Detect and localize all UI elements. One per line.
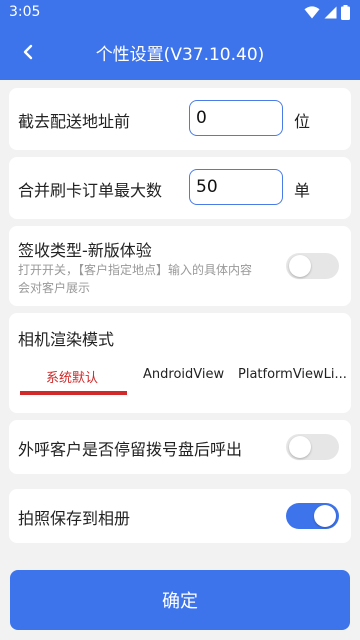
tab-system-default[interactable]: 系统默认 <box>46 367 98 386</box>
trim-address-label: 截去配送地址前 <box>18 112 131 131</box>
trim-address-input[interactable] <box>189 100 283 136</box>
sign-type-description: 打开开关，【客户指定地点】输入的具体内容会对客户展示 <box>18 263 253 295</box>
signal-icon <box>324 6 337 18</box>
toggle-knob <box>289 436 311 458</box>
trim-address-unit: 位 <box>294 112 311 131</box>
page-title: 个性设置(V37.10.40) <box>95 44 265 65</box>
app-header: 3:05 个性设置(V37.10.40) <box>0 0 360 80</box>
status-time: 3:05 <box>9 4 41 20</box>
setting-outbound-call: 外呼客户是否停留拨号盘后呼出 <box>9 420 351 474</box>
toggle-knob <box>314 505 336 527</box>
toggle-knob <box>289 255 311 277</box>
back-button[interactable] <box>14 38 42 66</box>
merge-orders-label: 合并刷卡订单最大数 <box>18 181 163 200</box>
battery-icon <box>341 4 350 20</box>
setting-save-photo: 拍照保存到相册 <box>9 489 351 543</box>
sign-type-toggle[interactable] <box>286 253 339 279</box>
setting-merge-orders: 合并刷卡订单最大数 单 <box>9 157 351 219</box>
wifi-icon <box>304 5 320 18</box>
tab-platform-view[interactable]: PlatformViewLi... <box>238 367 347 382</box>
status-icons <box>304 4 350 20</box>
nav-bar: 个性设置(V37.10.40) <box>0 24 360 80</box>
confirm-button[interactable]: 确定 <box>10 570 350 630</box>
merge-orders-unit: 单 <box>294 181 311 200</box>
merge-orders-input[interactable] <box>189 169 283 205</box>
status-bar: 3:05 <box>0 0 360 24</box>
back-arrow-icon <box>23 44 33 60</box>
setting-sign-type: 签收类型-新版体验 打开开关，【客户指定地点】输入的具体内容会对客户展示 <box>9 226 351 306</box>
tab-android-view[interactable]: AndroidView <box>143 367 224 382</box>
outbound-call-toggle[interactable] <box>286 434 339 460</box>
camera-mode-label: 相机渲染模式 <box>18 330 115 349</box>
setting-camera-mode: 相机渲染模式 系统默认 AndroidView PlatformViewLi..… <box>9 313 351 413</box>
save-photo-toggle[interactable] <box>286 503 339 529</box>
active-tab-indicator <box>20 391 127 395</box>
confirm-label: 确定 <box>162 591 198 612</box>
sign-type-label: 签收类型-新版体验 <box>18 241 152 260</box>
outbound-call-label: 外呼客户是否停留拨号盘后呼出 <box>18 440 243 459</box>
save-photo-label: 拍照保存到相册 <box>18 509 131 528</box>
setting-trim-address: 截去配送地址前 位 <box>9 88 351 150</box>
